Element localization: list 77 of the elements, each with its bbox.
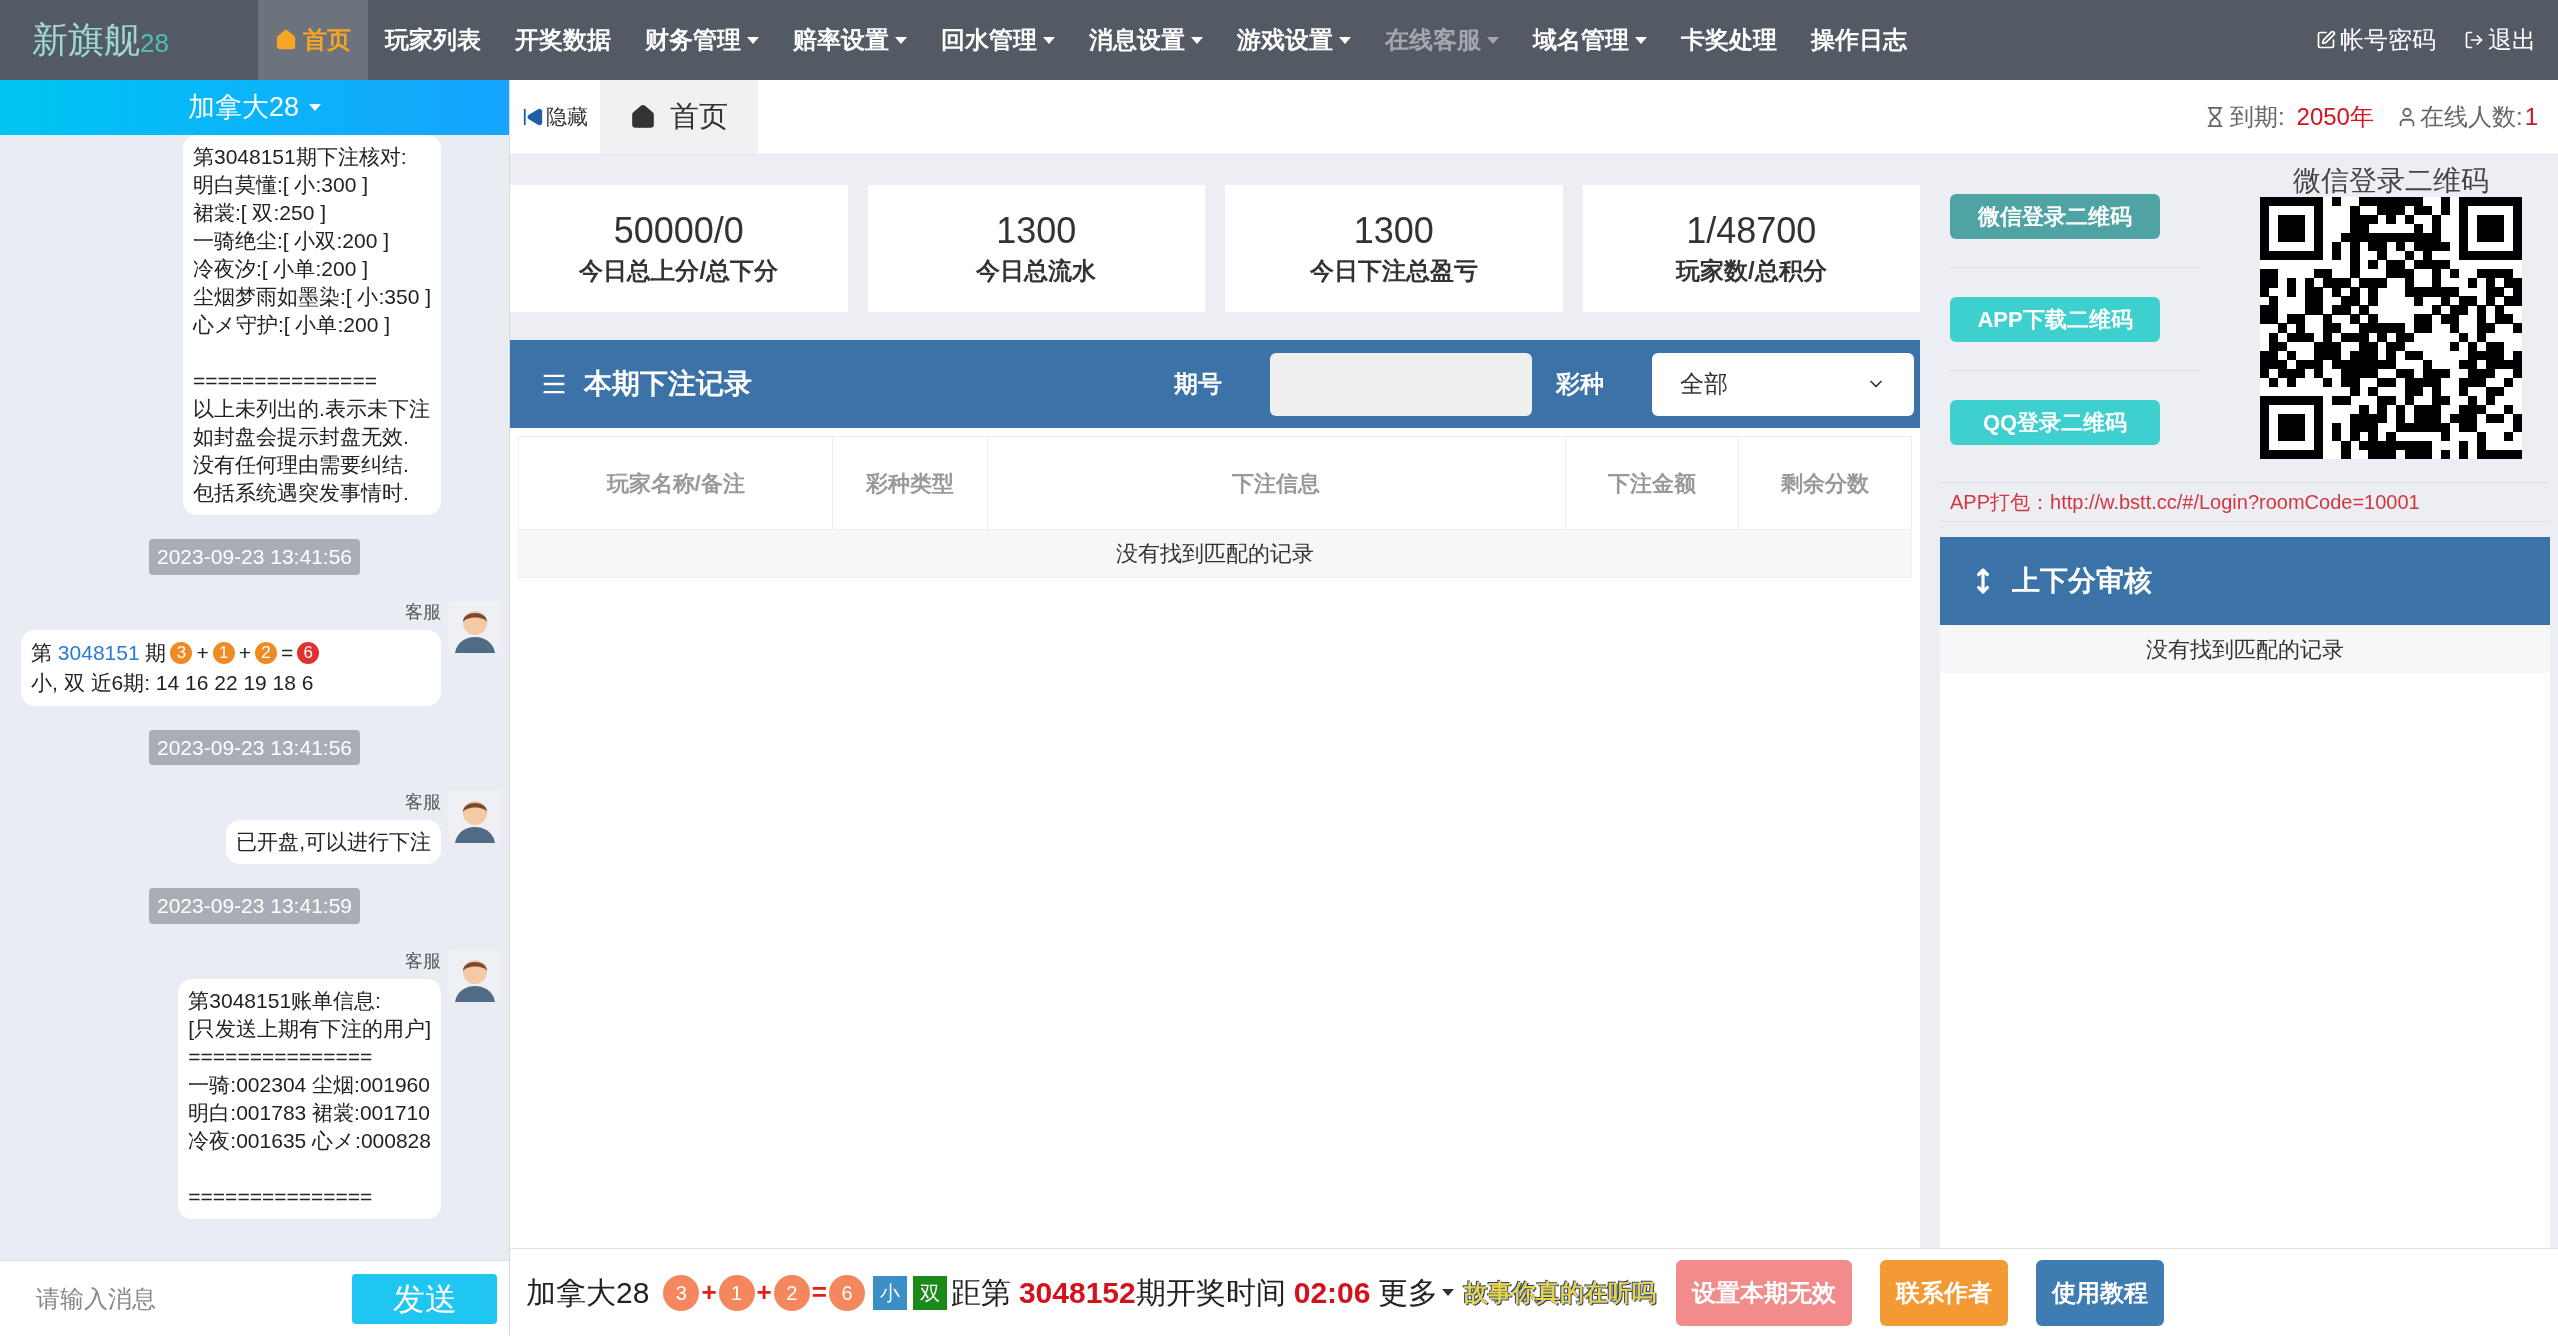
qr-title: 微信登录二维码 xyxy=(2293,165,2489,197)
marquee-text: 故事你真的在听吗 xyxy=(1464,1277,1657,1308)
sender-name: 客服 xyxy=(405,791,441,814)
message-time: 2023-09-23 13:41:59 xyxy=(149,888,360,924)
sender-name: 客服 xyxy=(405,600,441,624)
nav-item[interactable]: 消息设置 xyxy=(1072,0,1220,80)
stat-value: 1300 xyxy=(1353,208,1434,253)
issue-input[interactable] xyxy=(1270,352,1532,416)
nav-item[interactable]: 赔率设置 xyxy=(776,0,924,80)
home-icon xyxy=(630,104,656,130)
next-issue: 3048152 xyxy=(1018,1275,1136,1311)
operator-sign: + xyxy=(756,1276,772,1309)
nav-item[interactable]: 财务管理 xyxy=(628,0,776,80)
message-text: = xyxy=(281,639,294,666)
lottery-type-select[interactable]: 全部 xyxy=(1652,352,1914,416)
step-back-icon xyxy=(522,106,544,128)
logout-icon xyxy=(2464,30,2484,50)
nav-item[interactable]: 游戏设置 xyxy=(1220,0,1368,80)
message-bubble: 已开盘,可以进行下注 xyxy=(226,820,441,864)
online-count: 1 xyxy=(2524,102,2538,132)
logo-text: 新旗舰 xyxy=(32,18,140,62)
message-text: + xyxy=(238,639,251,666)
logout-link[interactable]: 退出 xyxy=(2464,22,2536,58)
stat-label: 玩家数/总积分 xyxy=(1675,255,1827,286)
caret-icon xyxy=(309,104,321,111)
expiry-value: 2050年 xyxy=(2296,102,2374,132)
more-link[interactable]: 更多 xyxy=(1378,1270,1455,1315)
empty-row: 没有找到匹配的记录 xyxy=(519,529,1911,577)
caret-icon xyxy=(1442,1289,1455,1296)
result-tag: 小 xyxy=(872,1275,907,1310)
operator-sign: = xyxy=(811,1276,827,1309)
nav-item[interactable]: 回水管理 xyxy=(924,0,1072,80)
app-pack-label: APP打包： xyxy=(1950,491,2051,513)
logo-suffix: 28 xyxy=(140,28,169,60)
page-tab[interactable]: 首页 xyxy=(600,80,758,154)
expiry-label: 到期: xyxy=(2229,102,2285,132)
hide-sidebar-button[interactable]: 隐藏 xyxy=(510,80,600,154)
stat-label: 今日总流水 xyxy=(976,255,1097,286)
nav-item[interactable]: 开奖数据 xyxy=(498,0,628,80)
home-icon xyxy=(275,29,297,51)
column-header: 剩余分数 xyxy=(1779,469,1870,498)
message-bubble: 第3048151账单信息: [只发送上期有下注的用户] =============== 一骑:002304 尘烟:001960 明白:001783 裙裳:001710 冷夜:001635 心メ:000828 =============== xyxy=(178,978,441,1219)
stat-label: 今日下注总盈亏 xyxy=(1309,255,1478,286)
panel-title: 上下分审核 xyxy=(2012,564,2152,598)
message-input[interactable]: 请输入消息 xyxy=(0,1261,342,1336)
message-text: 期 xyxy=(144,639,167,666)
nav-item[interactable]: 操作日志 xyxy=(1794,0,1924,80)
operator-sign: + xyxy=(701,1276,717,1309)
stat-value: 1300 xyxy=(996,208,1077,253)
empty-row: 没有找到匹配的记录 xyxy=(1940,625,2550,673)
issue-link[interactable]: 3048151 xyxy=(57,637,140,668)
result-tag: 双 xyxy=(912,1275,947,1310)
account-password-link[interactable]: 帐号密码 xyxy=(2316,22,2436,58)
countdown-prefix: 距第 xyxy=(950,1275,1011,1311)
edit-icon xyxy=(2316,30,2336,50)
footer-action-button[interactable]: 使用教程 xyxy=(2036,1259,2165,1326)
stat-label: 今日总上分/总下分 xyxy=(579,255,779,286)
nav-item[interactable]: 卡奖处理 xyxy=(1664,0,1794,80)
nav-item[interactable]: 玩家列表 xyxy=(368,0,498,80)
message-text: 小, 双 近6期: 14 16 22 19 18 6 xyxy=(31,669,314,696)
app-pack-url[interactable]: http://w.bstt.cc/#/Login?roomCode=10001 xyxy=(2050,491,2420,513)
game-name: 加拿大28 xyxy=(526,1275,650,1311)
message-bubble: 第3048151期下注核对: 明白莫懂:[ 小:300 ] 裙裳:[ 双:250 ] 一骑绝尘:[ 小双:200 ] 冷夜汐:[ 小单:200 ] 尘烟梦雨如墨染:[ 小:350 ] 心メ守护:[ 小单:200 ] =============== 以上未列出的.表示未下注 如封盘会提示封盘无效. 没有任何理由需要纠结. 包括系统遇突发事情时. xyxy=(182,135,441,515)
countdown-timer: 02:06 xyxy=(1293,1275,1371,1311)
stat-value: 50000/0 xyxy=(613,208,744,253)
message-text: + xyxy=(196,639,209,666)
issue-label: 期号 xyxy=(1174,369,1222,399)
lottery-type-label: 彩种 xyxy=(1556,369,1604,399)
message-time: 2023-09-23 13:41:56 xyxy=(149,539,360,575)
sender-name: 客服 xyxy=(405,949,441,973)
online-label: 在线人数: xyxy=(2419,102,2523,132)
message-text: 第 xyxy=(31,639,53,666)
panel-title: 本期下注记录 xyxy=(584,367,752,401)
nav-item[interactable]: 域名管理 xyxy=(1516,0,1664,80)
message-time: 2023-09-23 13:41:56 xyxy=(149,729,360,765)
stat-value: 1/48700 xyxy=(1686,208,1817,253)
countdown-suffix: 期开奖时间 xyxy=(1135,1275,1286,1311)
